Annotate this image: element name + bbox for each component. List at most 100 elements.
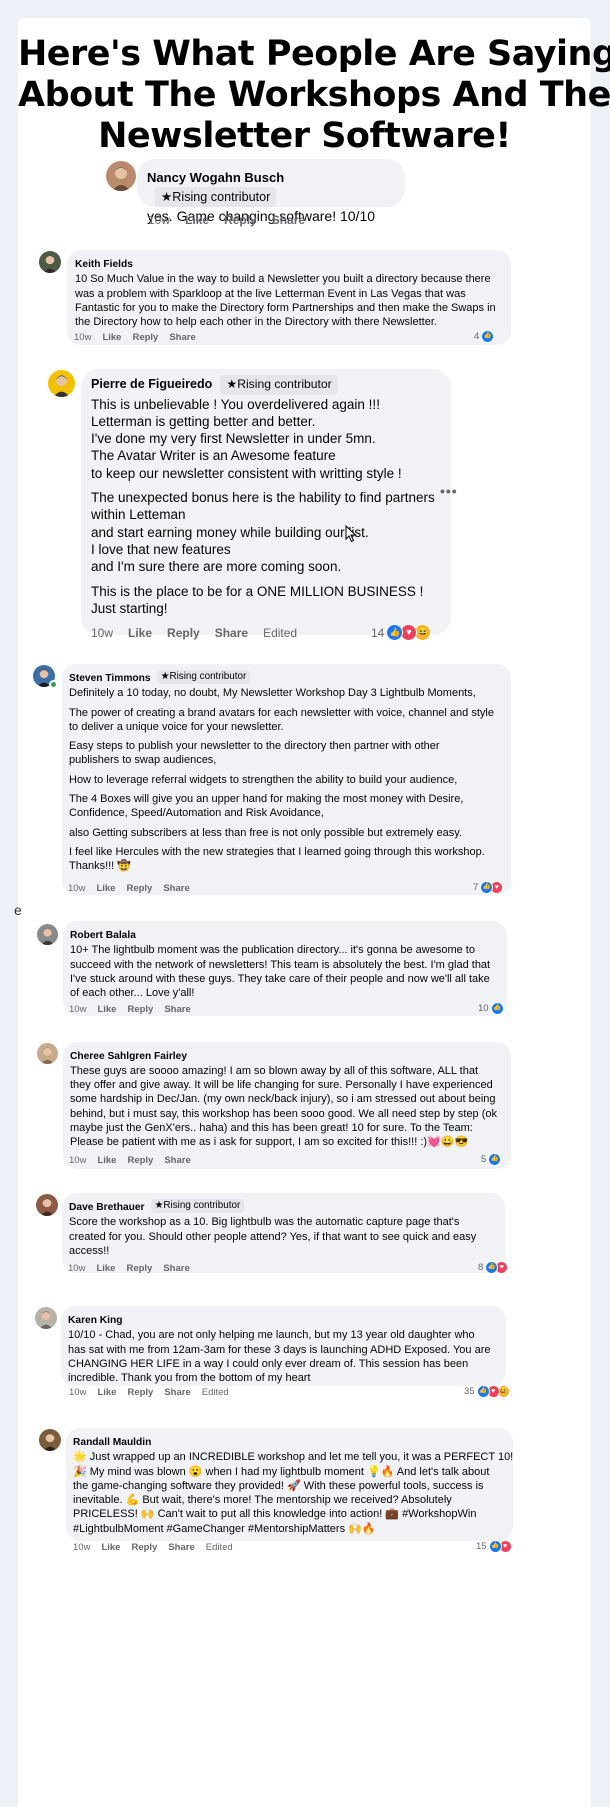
reply-button[interactable]: Reply [126,1263,152,1274]
comment-line: of each other... Love y'all! [70,986,195,999]
share-button[interactable]: Share [164,1155,190,1166]
avatar[interactable] [39,251,61,273]
comment-line: created for you. Should other people att… [69,1230,477,1243]
share-button[interactable]: Share [164,1387,190,1398]
comment-line: 10/10 - Chad, you are not only helping m… [68,1329,475,1342]
badge-label: Rising contributor [172,190,271,205]
reaction-summary[interactable]: 15 👍 ♥ [476,1540,512,1553]
author-name[interactable]: Pierre de Figueiredo [91,376,212,394]
avatar[interactable] [39,1429,61,1451]
reaction-summary[interactable]: 5 👍 [481,1153,502,1166]
avatar[interactable] [37,1043,58,1064]
reaction-summary[interactable]: 10 👍 [478,1002,504,1015]
rising-contributor-badge[interactable]: ★ Rising contributor [150,1199,245,1214]
badge-label: Rising contributor [169,671,247,682]
comment-bubble: Randall Mauldin 🌟 Just wrapped up an INCR… [66,1428,513,1541]
share-button[interactable]: Share [215,626,248,640]
avatar[interactable] [106,161,136,191]
edited-label: Edited [263,626,298,640]
comment-bubble: Dave Brethauer ★ Rising contributor Score … [62,1193,505,1273]
timestamp: 10w [74,332,92,343]
reaction-count: 14 [371,625,385,640]
share-button[interactable]: Share [163,883,189,894]
author-name[interactable]: Cheree Sahlgren Fairley [70,1050,187,1064]
reaction-summary[interactable]: 4 👍 [474,330,495,343]
comment-line: How to leverage referral widgets to stre… [69,773,458,786]
comment-text: 10/10 - Chad, you are not only helping m… [68,1328,499,1385]
like-button[interactable]: Like [97,1155,116,1166]
more-options-icon[interactable]: ••• [440,483,458,499]
comment-header: Dave Brethauer ★ Rising contributor [69,1199,498,1215]
author-name[interactable]: Nancy Wogahn Busch [147,169,284,187]
comment-header: Robert Balala [70,927,500,943]
author-name[interactable]: Karen King [68,1314,123,1328]
comment-line: publishers to swap audiences, [69,754,217,767]
comment-text: This is unbelievable ! You overdelivered… [91,396,441,618]
reaction-summary[interactable]: 7 👍 ♥ [473,881,504,894]
like-button[interactable]: Like [102,332,121,343]
comment-header: Steven Timmons ★ Rising contributor [69,670,504,686]
reaction-summary[interactable]: 8 👍 ♥ [478,1261,509,1274]
avatar[interactable] [37,924,58,945]
mouse-cursor-icon [345,524,357,548]
comment-text: Score the workshop as a 10. Big lightbul… [69,1215,498,1258]
author-name[interactable]: Robert Balala [70,929,136,943]
edited-label: Edited [205,1542,233,1553]
reply-button[interactable]: Reply [127,1004,153,1015]
reply-button[interactable]: Reply [131,1542,157,1553]
comment-line: inevitable. 💪 But wait, there's more! Th… [73,1494,452,1507]
avatar[interactable] [35,1307,57,1329]
comment-line: to keep our newsletter consistent with w… [91,465,402,481]
like-button[interactable]: Like [97,1387,116,1398]
avatar[interactable] [36,1194,58,1216]
reply-button[interactable]: Reply [126,883,152,894]
comment-header: Cheree Sahlgren Fairley [70,1048,504,1064]
reply-button[interactable]: Reply [127,1155,153,1166]
rising-contributor-badge[interactable]: ★ Rising contributor [156,670,251,685]
author-name[interactable]: Keith Fields [75,258,133,272]
reaction-count: 5 [481,1154,487,1165]
like-button[interactable]: Like [128,626,152,640]
share-button[interactable]: Share [168,1542,194,1553]
comment-line: PRICELESS! 🙌 Can't wait to put all this … [73,1508,477,1521]
comment-actions: 10w Like Reply Share Edited [69,1387,229,1398]
reply-button[interactable]: Reply [132,332,158,343]
share-button[interactable]: Share [169,332,195,343]
rising-contributor-badge[interactable]: ★ Rising contributor [155,187,277,208]
comment-bubble: Karen King 10/10 - Chad, you are not only… [61,1306,506,1386]
like-button[interactable]: Like [185,213,209,227]
like-button[interactable]: Like [96,883,115,894]
author-name[interactable]: Randall Mauldin [73,1436,151,1450]
author-name[interactable]: Dave Brethauer [69,1201,145,1215]
reply-button[interactable]: Reply [167,626,200,640]
reply-button[interactable]: Reply [127,1387,153,1398]
reaction-summary[interactable]: 14 👍 ♥ 😆 [371,624,432,641]
edited-label: Edited [201,1387,229,1398]
comment-actions: 10w Like Reply Share [148,213,305,227]
comment-line: to deliver a unique voice for your newsl… [69,720,284,733]
comment-header: Karen King [68,1312,499,1328]
comment-header: Keith Fields [75,256,503,272]
reaction-summary[interactable]: 35 👍 ♥ 😆 [464,1385,510,1398]
like-button[interactable]: Like [97,1004,116,1015]
like-icon: 👍 [481,330,495,343]
share-button[interactable]: Share [163,1263,189,1274]
timestamp: 10w [91,626,114,640]
badge-label: Rising contributor [237,377,332,391]
avatar[interactable] [48,370,75,397]
comment-line: Thanks!!! 🤠 [69,860,131,873]
reaction-count: 15 [476,1541,487,1552]
online-status-dot [49,680,58,689]
comment-line: succeed with the network of newsletters!… [70,958,491,971]
share-button[interactable]: Share [164,1004,190,1015]
like-button[interactable]: Like [96,1263,115,1274]
reply-button[interactable]: Reply [224,213,257,227]
like-button[interactable]: Like [101,1542,120,1553]
share-button[interactable]: Share [272,213,305,227]
testimonials-card: e Here's What People Are Saying About Th… [14,18,610,1807]
comment-line: incredible. Thank you from the bottom of… [68,1372,311,1385]
author-name[interactable]: Steven Timmons [69,672,151,686]
rising-contributor-badge[interactable]: ★ Rising contributor [220,375,338,395]
cropped-edge-text: e [14,902,22,918]
comment-line: was a problem with Sparkloop at the live… [75,287,466,300]
